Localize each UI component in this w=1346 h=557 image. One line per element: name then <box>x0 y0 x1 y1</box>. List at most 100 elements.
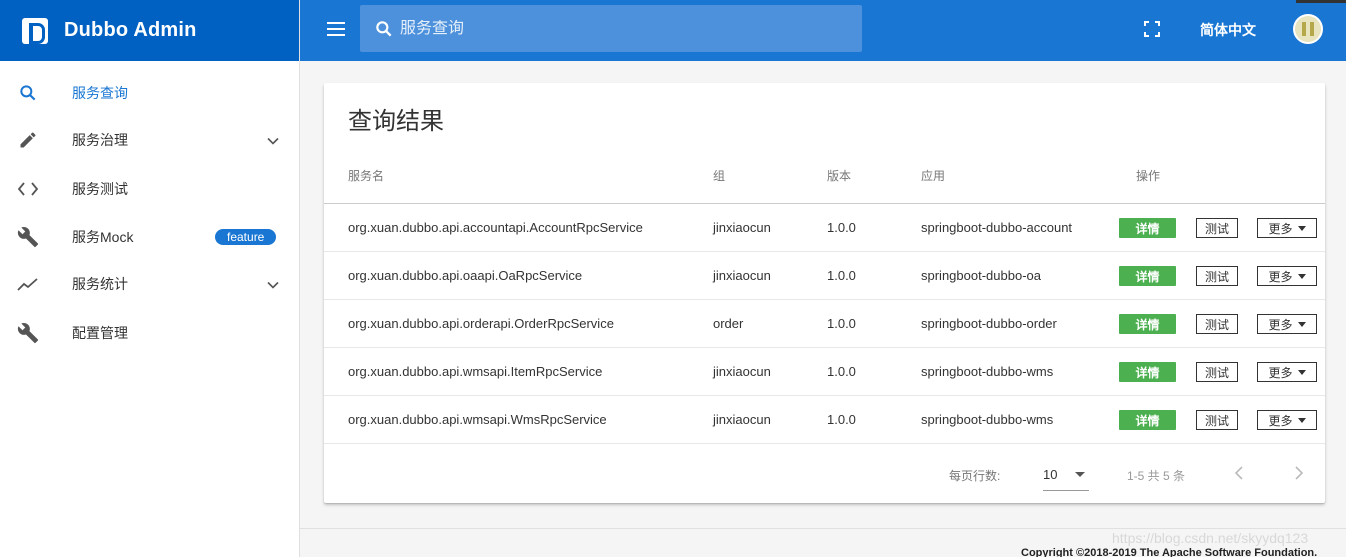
rows-per-page-select[interactable]: 10 <box>1043 461 1089 491</box>
brand-header[interactable]: Dubbo Admin <box>0 0 299 61</box>
cell-service: org.xuan.dubbo.api.wmsapi.WmsRpcService <box>348 412 607 427</box>
cell-group: jinxiaocun <box>713 364 771 379</box>
wrench-icon <box>16 225 40 249</box>
cell-version: 1.0.0 <box>827 364 856 379</box>
test-button[interactable]: 测试 <box>1196 218 1238 238</box>
detail-button[interactable]: 详情 <box>1119 410 1176 430</box>
sidebar-item-label: 服务Mock <box>72 229 134 245</box>
corner-strip <box>1296 0 1346 3</box>
pencil-icon <box>16 128 40 152</box>
table-row: org.xuan.dubbo.api.wmsapi.ItemRpcService… <box>324 348 1325 396</box>
feature-badge: feature <box>215 229 277 245</box>
sidebar-item-label: 服务测试 <box>72 181 128 197</box>
search-input[interactable] <box>400 19 840 38</box>
table-row: org.xuan.dubbo.api.orderapi.OrderRpcServ… <box>324 300 1325 348</box>
sidebar-item-label: 服务统计 <box>72 276 128 292</box>
column-header-group: 组 <box>713 169 726 183</box>
brand-title: Dubbo Admin <box>64 19 197 41</box>
sidebar-item-service-governance[interactable]: 服务治理 <box>0 116 299 164</box>
detail-button[interactable]: 详情 <box>1119 266 1176 286</box>
caret-down-icon <box>1297 417 1306 423</box>
dropdown-arrow-icon <box>1075 472 1085 477</box>
dubbo-logo-icon <box>22 17 48 44</box>
detail-button[interactable]: 详情 <box>1119 362 1176 382</box>
test-button[interactable]: 测试 <box>1196 266 1238 286</box>
cell-app: springboot-dubbo-order <box>921 316 1057 331</box>
sidebar-item-service-mock[interactable]: 服务Mock feature <box>0 213 299 261</box>
card-title: 查询结果 <box>348 108 444 135</box>
trending-icon <box>16 272 40 296</box>
sidebar-item-service-test[interactable]: 服务测试 <box>0 165 299 213</box>
sidebar-item-config-management[interactable]: 配置管理 <box>0 309 299 357</box>
more-label: 更多 <box>1268 269 1293 284</box>
test-button[interactable]: 测试 <box>1196 410 1238 430</box>
sidebar-item-service-stats[interactable]: 服务统计 <box>0 260 299 308</box>
test-button[interactable]: 测试 <box>1196 362 1238 382</box>
detail-button[interactable]: 详情 <box>1119 218 1176 238</box>
table-row: org.xuan.dubbo.api.oaapi.OaRpcService ji… <box>324 252 1325 300</box>
cell-service: org.xuan.dubbo.api.accountapi.AccountRpc… <box>348 220 643 235</box>
caret-down-icon <box>1297 369 1306 375</box>
cell-group: jinxiaocun <box>713 220 771 235</box>
detail-button[interactable]: 详情 <box>1119 314 1176 334</box>
more-button[interactable]: 更多 <box>1257 362 1317 382</box>
cell-app: springboot-dubbo-account <box>921 220 1073 235</box>
chevron-left-icon[interactable] <box>1232 465 1248 481</box>
more-label: 更多 <box>1268 365 1293 380</box>
results-card: 查询结果 服务名 组 版本 应用 操作 org.xuan.dubbo.api.a… <box>324 83 1325 503</box>
more-label: 更多 <box>1268 317 1293 332</box>
sidebar-item-label: 服务查询 <box>72 85 128 101</box>
caret-down-icon <box>1297 225 1306 231</box>
table-row: org.xuan.dubbo.api.accountapi.AccountRpc… <box>324 204 1325 252</box>
fullscreen-icon[interactable] <box>1144 21 1160 37</box>
chevron-right-icon[interactable] <box>1290 465 1306 481</box>
more-label: 更多 <box>1268 413 1293 428</box>
cell-service: org.xuan.dubbo.api.wmsapi.ItemRpcService <box>348 364 603 379</box>
rows-per-page-value: 10 <box>1043 467 1058 482</box>
more-button[interactable]: 更多 <box>1257 410 1317 430</box>
table-row: org.xuan.dubbo.api.wmsapi.WmsRpcService … <box>324 396 1325 444</box>
page-range: 1-5 共 5 条 <box>1127 469 1186 483</box>
footer-copyright: Copyright ©2018-2019 The Apache Software… <box>1021 547 1318 557</box>
cell-app: springboot-dubbo-wms <box>921 364 1054 379</box>
cell-version: 1.0.0 <box>827 412 856 427</box>
watermark: https://blog.csdn.net/skyydq123 <box>1112 530 1309 546</box>
topbar: 简体中文 <box>300 0 1346 61</box>
caret-down-icon <box>1297 273 1306 279</box>
more-button[interactable]: 更多 <box>1257 314 1317 334</box>
caret-down-icon <box>1297 321 1306 327</box>
cell-app: springboot-dubbo-oa <box>921 268 1041 283</box>
cell-group: jinxiaocun <box>713 268 771 283</box>
cell-version: 1.0.0 <box>827 220 856 235</box>
more-label: 更多 <box>1268 221 1293 236</box>
menu-icon[interactable] <box>327 21 345 37</box>
search-box[interactable] <box>360 5 862 52</box>
code-icon <box>16 177 40 201</box>
search-icon <box>374 19 394 39</box>
cell-service: org.xuan.dubbo.api.oaapi.OaRpcService <box>348 268 583 283</box>
cell-version: 1.0.0 <box>827 316 856 331</box>
chevron-down-icon[interactable] <box>267 134 279 146</box>
column-header-version: 版本 <box>827 169 852 183</box>
cell-version: 1.0.0 <box>827 268 856 283</box>
cell-app: springboot-dubbo-wms <box>921 412 1054 427</box>
test-button[interactable]: 测试 <box>1196 314 1238 334</box>
chevron-down-icon[interactable] <box>267 278 279 290</box>
sidebar-item-label: 配置管理 <box>72 325 128 341</box>
rows-per-page-label: 每页行数: <box>949 469 1001 483</box>
avatar[interactable] <box>1293 14 1323 44</box>
language-switch[interactable]: 简体中文 <box>1200 20 1256 40</box>
sidebar-item-service-search[interactable]: 服务查询 <box>0 69 299 117</box>
cell-group: jinxiaocun <box>713 412 771 427</box>
search-icon <box>16 81 40 105</box>
more-button[interactable]: 更多 <box>1257 266 1317 286</box>
cell-group: order <box>713 316 744 331</box>
column-header-app: 应用 <box>921 169 946 183</box>
wrench-icon <box>16 321 40 345</box>
column-header-service: 服务名 <box>348 169 385 183</box>
sidebar: Dubbo Admin 服务查询 服务治理 服务测试 服务Mock featur… <box>0 0 300 557</box>
cell-service: org.xuan.dubbo.api.orderapi.OrderRpcServ… <box>348 316 614 331</box>
more-button[interactable]: 更多 <box>1257 218 1317 238</box>
column-header-actions: 操作 <box>1136 169 1161 183</box>
sidebar-item-label: 服务治理 <box>72 132 128 148</box>
